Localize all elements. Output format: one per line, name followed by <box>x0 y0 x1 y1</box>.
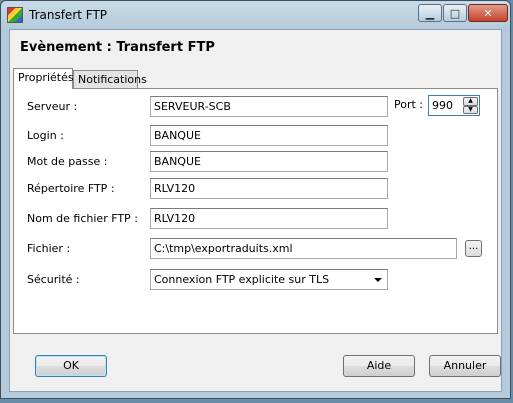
ok-button[interactable]: OK <box>35 355 107 377</box>
tab-panel-proprietes: Serveur : SERVEUR-SCB Port : 990 ▲ ▼ Log… <box>13 88 498 334</box>
app-icon <box>7 7 23 23</box>
window-title: Transfert FTP <box>29 8 108 22</box>
browse-button[interactable]: ... <box>465 240 482 257</box>
tab-strip: Propriétés Notifications <box>13 68 493 89</box>
ftp-filename-label: Nom de fichier FTP : <box>27 212 138 225</box>
port-stepper[interactable]: 990 ▲ ▼ <box>428 95 480 116</box>
login-label: Login : <box>27 129 64 142</box>
dialog-header: Evènement : Transfert FTP <box>10 30 501 64</box>
title-bar[interactable]: Transfert FTP ▁ □ ✕ <box>1 1 510 29</box>
ftp-directory-input[interactable]: RLV120 <box>150 178 388 199</box>
file-label: Fichier : <box>27 242 71 255</box>
dialog-window: Transfert FTP ▁ □ ✕ Evènement : Transfer… <box>0 0 511 399</box>
server-label: Serveur : <box>27 100 78 113</box>
chevron-down-icon <box>374 278 382 282</box>
port-spin-buttons: ▲ ▼ <box>463 97 478 114</box>
password-input[interactable]: BANQUE <box>150 151 388 172</box>
server-input[interactable]: SERVEUR-SCB <box>150 96 388 117</box>
file-path-input[interactable]: C:\tmp\exportraduits.xml <box>150 238 457 259</box>
dialog-client-area: Evènement : Transfert FTP Propriétés Not… <box>9 29 502 392</box>
login-input[interactable]: BANQUE <box>150 125 388 146</box>
close-button[interactable]: ✕ <box>468 4 508 22</box>
maximize-icon: □ <box>449 6 461 20</box>
minimize-icon: ▁ <box>425 6 435 20</box>
tab-proprietes[interactable]: Propriétés <box>13 68 74 89</box>
page-title: Evènement : Transfert FTP <box>20 40 215 55</box>
spin-up-icon[interactable]: ▲ <box>463 97 478 106</box>
ftp-filename-input[interactable]: RLV120 <box>150 208 388 229</box>
tab-notifications[interactable]: Notifications <box>73 70 147 88</box>
help-button[interactable]: Aide <box>343 355 415 377</box>
close-icon: ✕ <box>483 6 493 20</box>
port-label: Port : <box>394 98 424 111</box>
password-label: Mot de passe : <box>27 155 108 168</box>
minimize-button[interactable]: ▁ <box>418 4 442 22</box>
security-label: Sécurité : <box>27 273 80 286</box>
port-value: 990 <box>432 99 453 112</box>
ftp-directory-label: Répertoire FTP : <box>27 182 115 195</box>
cancel-button[interactable]: Annuler <box>429 355 501 377</box>
maximize-button[interactable]: □ <box>443 4 467 22</box>
spin-down-icon[interactable]: ▼ <box>463 105 478 114</box>
security-select[interactable]: Connexion FTP explicite sur TLS <box>150 269 388 290</box>
security-select-value: Connexion FTP explicite sur TLS <box>154 273 330 286</box>
